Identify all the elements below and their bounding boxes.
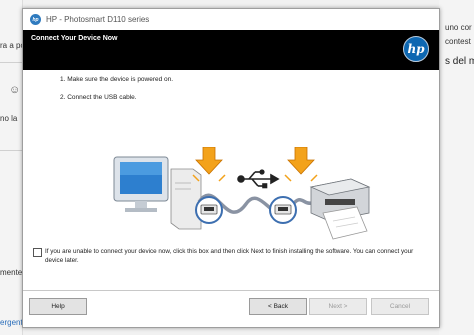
help-button[interactable]: Help (29, 298, 87, 315)
usb-port-icon (269, 196, 297, 224)
computer-icon (113, 156, 202, 230)
background-text: s del me (445, 56, 474, 67)
dialog-header: Connect Your Device Now hp (23, 30, 439, 70)
cancel-button[interactable]: Cancel (371, 298, 429, 315)
next-button[interactable]: Next > (309, 298, 367, 315)
background-app-right: uno cor contest s del me (439, 0, 474, 335)
background-text: no la (0, 114, 18, 123)
connect-later-checkbox[interactable] (33, 248, 42, 257)
background-text: contest (445, 37, 471, 46)
instruction-step-2: 2. Connect the USB cable. (60, 94, 137, 101)
divider (0, 150, 22, 151)
hp-app-icon: hp (30, 14, 41, 25)
background-app-left: ra a po ☺ no la mente a ergente (0, 0, 29, 335)
emoji-icon: ☺ (9, 84, 21, 96)
page-title: Connect Your Device Now (31, 35, 118, 42)
printer-icon (309, 178, 371, 240)
down-arrow-icon (284, 147, 318, 182)
title-bar[interactable]: hp HP - Photosmart D110 series (23, 9, 439, 30)
window-title: HP - Photosmart D110 series (46, 15, 150, 24)
connect-later-option[interactable]: If you are unable to connect your device… (33, 247, 423, 265)
hp-logo-text: hp (407, 42, 425, 56)
instruction-step-1: 1. Make sure the device is powered on. (60, 76, 174, 83)
back-button[interactable]: < Back (249, 298, 307, 315)
footer-divider (23, 290, 439, 291)
hp-logo: hp (403, 36, 429, 62)
connect-later-label[interactable]: If you are unable to connect your device… (45, 247, 423, 265)
usb-port-icon (195, 196, 223, 224)
background-text: uno cor (445, 23, 472, 32)
installer-dialog: hp HP - Photosmart D110 series Connect Y… (22, 8, 440, 328)
usb-symbol-icon (237, 169, 280, 189)
usb-connection-illustration (113, 147, 371, 240)
divider (0, 62, 22, 63)
